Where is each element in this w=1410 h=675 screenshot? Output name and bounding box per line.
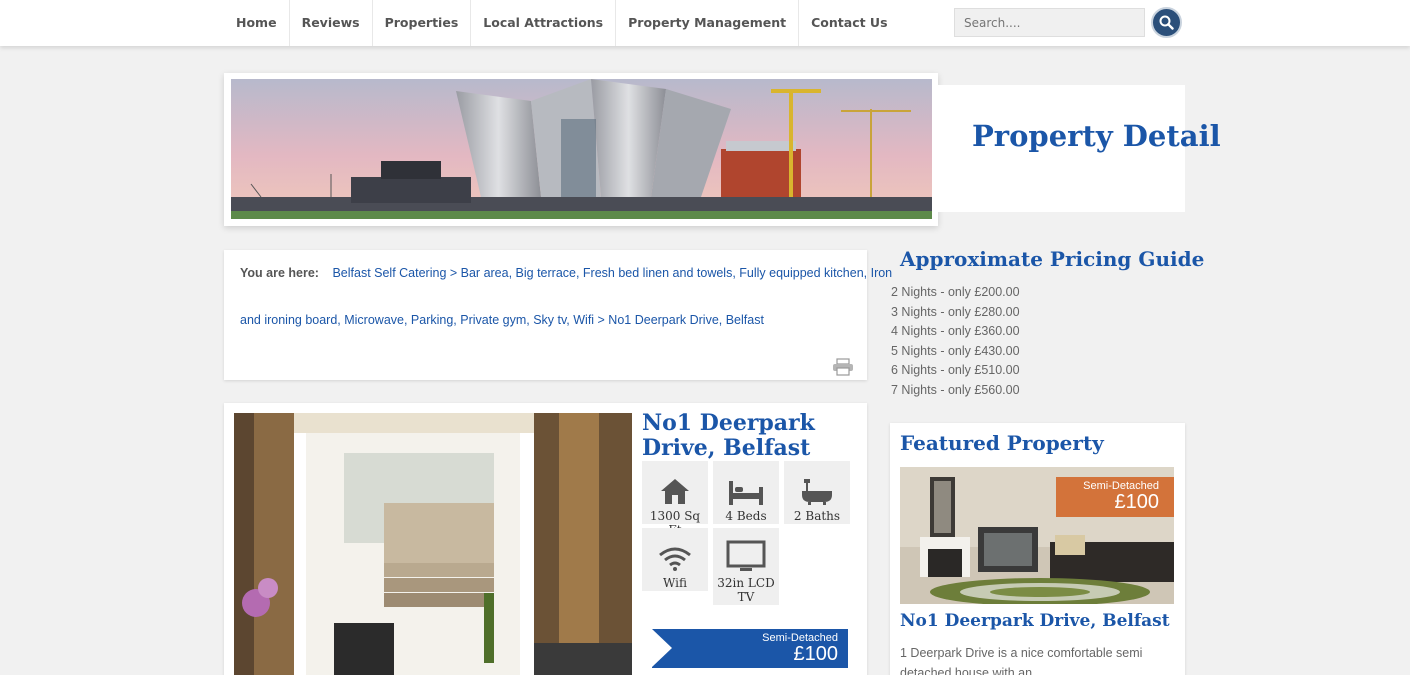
nav-reviews[interactable]: Reviews xyxy=(290,0,373,46)
featured-property-title: Featured Property xyxy=(900,431,1104,455)
feature-area: 1300 Sq Ft xyxy=(642,461,708,537)
nav-contact-us[interactable]: Contact Us xyxy=(799,0,899,46)
print-icon xyxy=(833,358,853,376)
tv-icon xyxy=(726,540,766,571)
main-nav: Home Reviews Properties Local Attraction… xyxy=(224,0,900,46)
nav-local-attractions[interactable]: Local Attractions xyxy=(471,0,617,46)
feature-beds: 4 Beds xyxy=(713,461,779,524)
banner-image-titanic-belfast xyxy=(231,79,932,219)
featured-price-ribbon: Semi-Detached £100 xyxy=(1056,477,1174,517)
pricing-row: 7 Nights - only £560.00 xyxy=(891,382,1020,397)
featured-property-photo[interactable]: Semi-Detached £100 xyxy=(900,467,1174,604)
wifi-icon xyxy=(659,547,691,571)
breadcrumb-panel: You are here: Belfast Self Catering > Ba… xyxy=(224,250,892,381)
search-input[interactable] xyxy=(954,8,1145,37)
pricing-guide-list: 2 Nights - only £200.00 3 Nights - only … xyxy=(891,283,1020,401)
pricing-guide-title: Approximate Pricing Guide xyxy=(900,247,1205,271)
breadcrumb: You are here: Belfast Self Catering > Ba… xyxy=(240,266,892,280)
house-icon xyxy=(661,479,689,504)
breadcrumb-link-line2[interactable]: and ironing board, Microwave, Parking, P… xyxy=(240,313,764,327)
featured-property-panel: Featured Property Semi-Detached £100 No1… xyxy=(890,423,1185,675)
pricing-row: 5 Nights - only £430.00 xyxy=(891,343,1020,358)
nav-property-management[interactable]: Property Management xyxy=(616,0,800,46)
breadcrumb-continued: and ironing board, Microwave, Parking, P… xyxy=(240,313,764,327)
feature-tv-label: 32in LCD TV xyxy=(717,576,775,604)
property-price-ribbon: Semi-Detached £100 xyxy=(652,629,848,668)
pricing-row: 4 Nights - only £360.00 xyxy=(891,324,1020,339)
property-price: £100 xyxy=(793,643,839,665)
pricing-row: 2 Nights - only £200.00 xyxy=(891,285,1020,299)
property-title[interactable]: No1 Deerpark Drive, Belfast xyxy=(642,411,852,461)
featured-property-price: £100 xyxy=(1114,491,1160,513)
breadcrumb-link-line1[interactable]: Belfast Self Catering > Bar area, Big te… xyxy=(332,266,892,280)
page-title: Property Detail xyxy=(972,119,1221,153)
feature-wifi-label: Wifi xyxy=(663,576,687,590)
pricing-row: 6 Nights - only £510.00 xyxy=(891,363,1020,378)
feature-beds-label: 4 Beds xyxy=(725,509,767,523)
feature-baths-label: 2 Baths xyxy=(793,509,841,523)
feature-baths: 2 Baths xyxy=(784,461,850,524)
property-card: No1 Deerpark Drive, Belfast 1300 Sq Ft 4… xyxy=(224,403,867,675)
search-button[interactable] xyxy=(1151,7,1182,38)
featured-property-description: 1 Deerpark Drive is a nice comfortable s… xyxy=(900,646,1143,675)
featured-property-type: Semi-Detached xyxy=(1083,480,1159,492)
search-icon xyxy=(1159,15,1174,30)
bath-icon xyxy=(802,479,832,505)
page-title-panel: Property Detail xyxy=(938,85,1221,212)
breadcrumb-label: You are here: xyxy=(240,266,319,280)
property-photo[interactable] xyxy=(234,413,632,675)
nav-properties[interactable]: Properties xyxy=(373,0,472,46)
property-type: Semi-Detached xyxy=(762,632,838,644)
pricing-row: 3 Nights - only £280.00 xyxy=(891,304,1020,319)
top-navigation-bar: Home Reviews Properties Local Attraction… xyxy=(0,0,1410,46)
nav-home[interactable]: Home xyxy=(224,0,290,46)
feature-wifi: Wifi xyxy=(642,528,708,591)
bed-icon xyxy=(729,481,763,505)
print-button[interactable] xyxy=(832,358,854,381)
featured-property-name[interactable]: No1 Deerpark Drive, Belfast xyxy=(900,611,1170,631)
feature-tv: 32in LCD TV xyxy=(713,528,779,605)
